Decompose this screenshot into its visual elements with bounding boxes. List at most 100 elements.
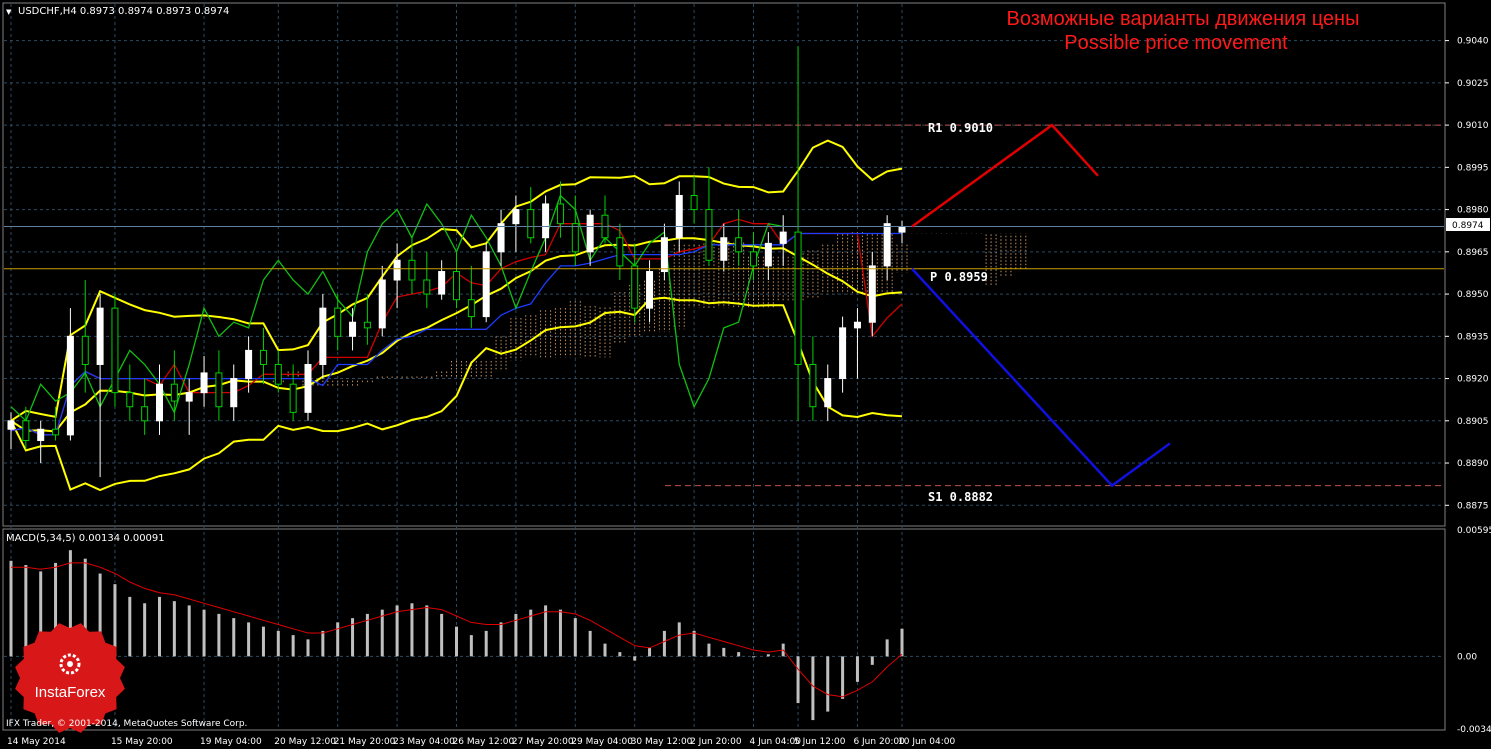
candle (779, 215, 787, 266)
candle (853, 308, 861, 379)
candle-body (571, 223, 579, 253)
macd-bar (128, 596, 132, 657)
candle (423, 251, 431, 309)
time-tick-label: 15 May 20:00 (111, 737, 173, 747)
candle-body (542, 203, 550, 239)
candle-body (482, 251, 490, 318)
macd-bar (321, 630, 325, 657)
candle-body (512, 209, 520, 225)
macd-bar (469, 635, 473, 657)
forecast-paths (911, 123, 1171, 488)
macd-bar (306, 639, 310, 657)
candle-body (750, 251, 757, 267)
candle-body (705, 209, 713, 261)
annotation-title-ru: Возможные варианты движения цены (1007, 8, 1360, 30)
bearish-forecast-path (911, 267, 1171, 488)
candle (898, 220, 906, 244)
candle (512, 195, 520, 252)
macd-info: MACD(5,34,5) 0.00134 0.00091 (6, 533, 165, 544)
candle (37, 420, 45, 464)
time-tick-label: 29 May 04:00 (571, 737, 633, 747)
candle (527, 187, 535, 244)
price-tick-label: 0.8965 (1457, 248, 1489, 258)
macd-tick-label: 0.00 (1457, 652, 1477, 662)
macd-bar (633, 656, 637, 661)
candle-body (378, 279, 386, 329)
candle-body (66, 335, 74, 436)
candle (764, 232, 772, 280)
macd-bar (276, 630, 280, 657)
candle-body (556, 203, 564, 225)
candle-body (660, 237, 668, 273)
macd-bar (202, 609, 206, 657)
candle-body (7, 420, 15, 430)
candle-body (81, 335, 89, 365)
macd-bar (677, 622, 681, 657)
candle (215, 350, 223, 421)
candle (839, 316, 847, 393)
time-tick-label: 10 Jun 04:00 (898, 737, 955, 747)
candle (438, 260, 446, 300)
time-tick-label: 5 Jun 12:00 (794, 737, 846, 747)
time-tick-label: 23 May 04:00 (393, 737, 455, 747)
chart-menu-icon[interactable]: ▼ (6, 8, 12, 16)
trading-chart: 0.9040 0.9025 0.9010 0.8995 0.8980 0.8965 0.89… (2, 2, 1491, 747)
candle (289, 364, 297, 421)
candle (646, 260, 654, 323)
macd-bar (261, 626, 265, 657)
candle (378, 265, 386, 337)
price-tick-label: 0.8935 (1457, 332, 1489, 342)
candle-body (824, 378, 832, 408)
candle (141, 378, 149, 435)
macd-bar (247, 622, 251, 657)
macd-bar (558, 609, 562, 657)
r1-label: R1 0.9010 (928, 121, 993, 135)
candle-body (586, 214, 594, 253)
candle (66, 308, 74, 441)
macd-bar (187, 605, 191, 657)
candle-body (868, 265, 876, 323)
candle-body (675, 195, 683, 239)
macd-bar (900, 628, 904, 657)
macd-bar (336, 622, 340, 657)
macd-bar (143, 603, 147, 657)
candle (467, 265, 475, 328)
macd-bar (588, 630, 592, 657)
candle-body (363, 321, 371, 329)
macd-bar (737, 652, 741, 657)
bullish-forecast-path (911, 123, 1099, 228)
candle (883, 215, 891, 280)
price-tick-label: 0.8950 (1457, 290, 1489, 300)
candle-body (156, 383, 163, 422)
price-tick-label: 0.8980 (1457, 206, 1489, 216)
candle-body (319, 307, 327, 365)
macd-bar (24, 565, 28, 657)
macd-bar (499, 622, 503, 657)
candle (690, 175, 698, 224)
candle-body (170, 383, 178, 402)
s1-label: S1 0.8882 (928, 490, 993, 504)
candle (660, 223, 668, 280)
price-tick-label: 0.8920 (1457, 375, 1489, 385)
candle (319, 294, 327, 379)
macd-bar (217, 613, 221, 657)
candle-body (883, 223, 891, 267)
candle (304, 350, 312, 421)
macd-bar (603, 643, 607, 657)
macd-bar (855, 656, 859, 682)
candle-body (453, 271, 460, 301)
macd-bar (766, 654, 770, 657)
candle (497, 209, 505, 266)
candle-body (690, 195, 698, 211)
price-tick-label: 0.8995 (1457, 163, 1489, 173)
candle-body (37, 428, 45, 442)
candle-body (616, 237, 624, 267)
copyright: IFX Trader, © 2001-2014, MetaQuotes Soft… (6, 719, 247, 729)
logo-brand: InstaForex (35, 684, 106, 701)
time-tick-label: 26 May 12:00 (453, 737, 515, 747)
price-tick-label: 0.8905 (1457, 417, 1489, 427)
candle (482, 243, 490, 323)
macd-bar (618, 652, 622, 657)
macd-bar (885, 639, 889, 657)
macd-bar (826, 656, 830, 712)
